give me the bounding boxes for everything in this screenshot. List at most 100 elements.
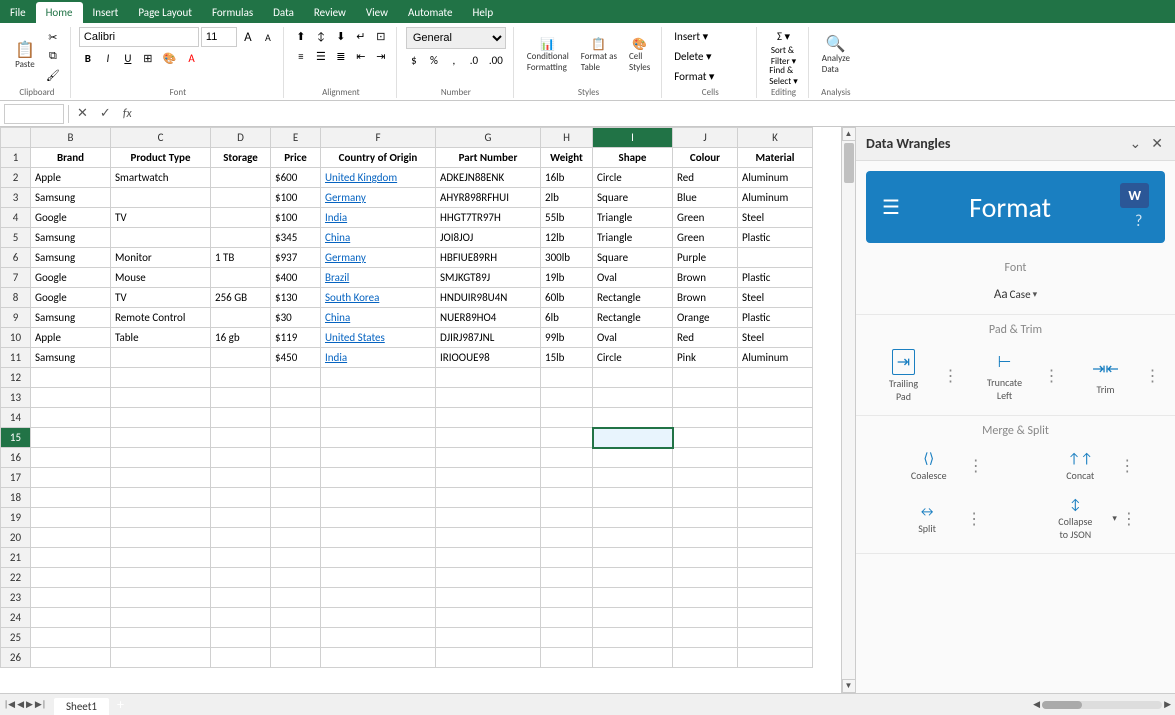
tab-data[interactable]: Data bbox=[263, 2, 304, 23]
cell[interactable]: $345 bbox=[271, 228, 321, 248]
cell[interactable] bbox=[541, 388, 593, 408]
cell[interactable] bbox=[111, 388, 211, 408]
cell[interactable]: Weight bbox=[541, 148, 593, 168]
col-header-e[interactable]: E bbox=[271, 128, 321, 148]
cell[interactable] bbox=[211, 388, 271, 408]
cell[interactable]: Google bbox=[31, 268, 111, 288]
cell[interactable]: India bbox=[321, 348, 436, 368]
cell[interactable] bbox=[673, 628, 738, 648]
cell[interactable] bbox=[211, 448, 271, 468]
tab-view[interactable]: View bbox=[356, 2, 398, 23]
cell[interactable]: Green bbox=[673, 228, 738, 248]
cell[interactable]: China bbox=[321, 228, 436, 248]
cell[interactable] bbox=[673, 408, 738, 428]
cell[interactable] bbox=[541, 448, 593, 468]
cell[interactable] bbox=[111, 228, 211, 248]
cell[interactable] bbox=[111, 528, 211, 548]
cell[interactable] bbox=[541, 428, 593, 448]
cell[interactable] bbox=[31, 548, 111, 568]
cell[interactable] bbox=[321, 588, 436, 608]
decimal-increase-button[interactable]: .0 bbox=[465, 51, 483, 69]
wrap-text-button[interactable]: ↵ bbox=[352, 27, 370, 45]
cell[interactable]: $600 bbox=[271, 168, 321, 188]
cell[interactable] bbox=[321, 368, 436, 388]
cell[interactable] bbox=[31, 428, 111, 448]
cell[interactable]: ADKEJN88ENK bbox=[436, 168, 541, 188]
cell[interactable]: Country of Origin bbox=[321, 148, 436, 168]
cell[interactable] bbox=[211, 348, 271, 368]
align-right-button[interactable]: ≣ bbox=[332, 47, 350, 65]
row-header[interactable]: 26 bbox=[1, 648, 31, 668]
cell[interactable]: Samsung bbox=[31, 248, 111, 268]
format-card-help-icon[interactable]: ? bbox=[1135, 212, 1142, 231]
delete-button[interactable]: Delete ▾ bbox=[670, 47, 750, 65]
cell[interactable]: 256 GB bbox=[211, 288, 271, 308]
cell[interactable] bbox=[436, 368, 541, 388]
col-header-c[interactable]: C bbox=[111, 128, 211, 148]
cell[interactable] bbox=[211, 268, 271, 288]
find-select-button[interactable]: Find &Select ▾ bbox=[765, 67, 802, 85]
cell[interactable] bbox=[211, 608, 271, 628]
cell[interactable]: Orange bbox=[673, 308, 738, 328]
decimal-decrease-button[interactable]: .00 bbox=[485, 51, 507, 69]
row-header[interactable]: 10 bbox=[1, 328, 31, 348]
cell[interactable] bbox=[271, 448, 321, 468]
cell[interactable]: Apple bbox=[31, 328, 111, 348]
cell[interactable] bbox=[436, 468, 541, 488]
cell[interactable] bbox=[673, 468, 738, 488]
align-bottom-button[interactable]: ⬇ bbox=[332, 27, 350, 45]
cell[interactable]: 99lb bbox=[541, 328, 593, 348]
cell[interactable] bbox=[211, 568, 271, 588]
cell[interactable] bbox=[211, 648, 271, 668]
scroll-down-button[interactable]: ▼ bbox=[842, 679, 856, 693]
cell[interactable] bbox=[211, 468, 271, 488]
cell[interactable] bbox=[673, 448, 738, 468]
cell[interactable]: Part Number bbox=[436, 148, 541, 168]
copy-button[interactable]: ⧉ bbox=[42, 47, 64, 65]
cell[interactable]: Colour bbox=[673, 148, 738, 168]
row-header[interactable]: 20 bbox=[1, 528, 31, 548]
cell[interactable]: HHGT7TR97H bbox=[436, 208, 541, 228]
cell[interactable] bbox=[31, 448, 111, 468]
cell[interactable] bbox=[111, 468, 211, 488]
row-header[interactable]: 15 bbox=[1, 428, 31, 448]
tab-nav-last[interactable]: ▶| bbox=[35, 699, 46, 710]
cell[interactable]: India bbox=[321, 208, 436, 228]
trailing-pad-dots[interactable]: ⋮ bbox=[941, 364, 961, 388]
cell[interactable] bbox=[436, 388, 541, 408]
scroll-thumb[interactable] bbox=[844, 143, 854, 183]
cell[interactable] bbox=[436, 648, 541, 668]
cell[interactable]: Google bbox=[31, 208, 111, 228]
cell[interactable]: Monitor bbox=[111, 248, 211, 268]
format-button[interactable]: Format ▾ bbox=[670, 67, 750, 85]
cell[interactable] bbox=[673, 508, 738, 528]
cell[interactable]: Smartwatch bbox=[111, 168, 211, 188]
cell[interactable]: 55lb bbox=[541, 208, 593, 228]
format-painter-button[interactable]: 🖌 bbox=[42, 66, 64, 84]
cell[interactable]: Samsung bbox=[31, 308, 111, 328]
cell[interactable] bbox=[211, 628, 271, 648]
cell[interactable]: NUER89HO4 bbox=[436, 308, 541, 328]
trim-dots[interactable]: ⋮ bbox=[1143, 364, 1163, 388]
row-header[interactable]: 5 bbox=[1, 228, 31, 248]
align-left-button[interactable]: ≡ bbox=[292, 47, 310, 65]
col-header-b[interactable]: B bbox=[31, 128, 111, 148]
collapse-json-dots[interactable]: ⋮ bbox=[1119, 507, 1139, 531]
cell[interactable] bbox=[321, 648, 436, 668]
cell[interactable]: 2lb bbox=[541, 188, 593, 208]
cell[interactable] bbox=[271, 368, 321, 388]
cell[interactable]: Square bbox=[593, 248, 673, 268]
cell[interactable] bbox=[211, 368, 271, 388]
cell[interactable]: Aluminum bbox=[738, 188, 813, 208]
scroll-up-button[interactable]: ▲ bbox=[842, 127, 856, 141]
cell[interactable] bbox=[436, 608, 541, 628]
cell[interactable]: Brazil bbox=[321, 268, 436, 288]
row-header[interactable]: 12 bbox=[1, 368, 31, 388]
cell[interactable]: 16 gb bbox=[211, 328, 271, 348]
cell[interactable]: $30 bbox=[271, 308, 321, 328]
cell[interactable] bbox=[211, 528, 271, 548]
cell[interactable] bbox=[738, 588, 813, 608]
cell[interactable]: 16lb bbox=[541, 168, 593, 188]
cell[interactable]: Red bbox=[673, 328, 738, 348]
cell[interactable] bbox=[111, 368, 211, 388]
